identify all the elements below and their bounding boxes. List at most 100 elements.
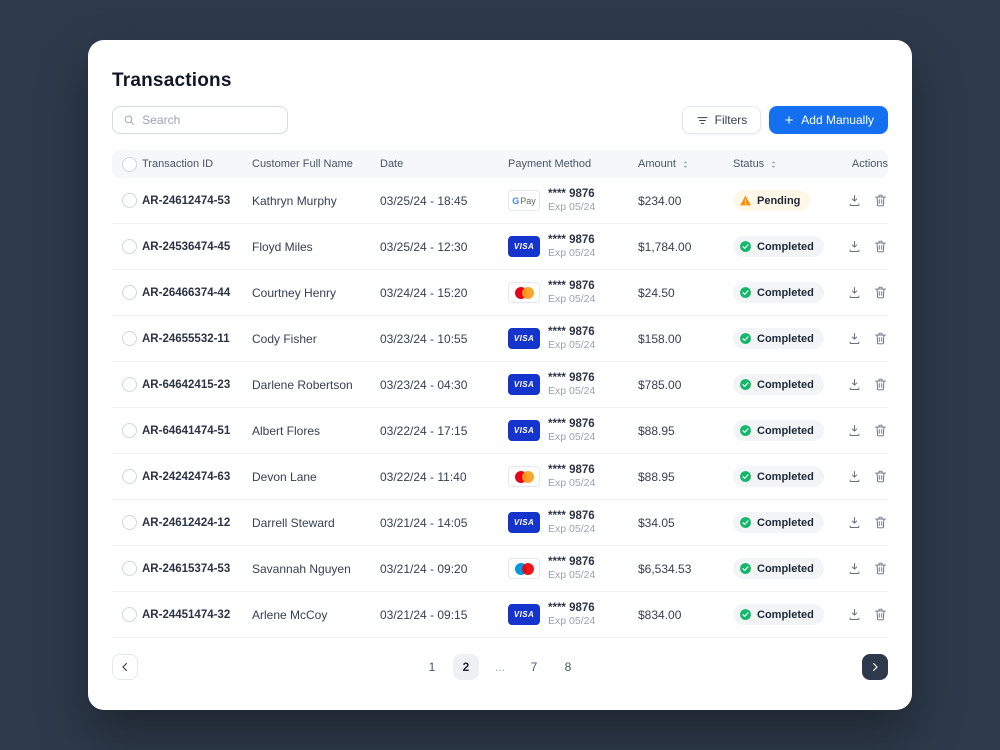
transaction-id: AR-24242474-63 [142,470,231,483]
check-circle-icon [740,425,751,436]
column-header-transaction-id[interactable]: Transaction ID [142,158,252,170]
column-label: Customer Full Name [252,158,353,170]
pagination-page[interactable]: 2 [453,654,479,680]
toolbar: Filters Add Manually [112,106,888,134]
trash-icon[interactable] [873,607,888,622]
status-cell: Completed [733,512,838,533]
check-circle-icon [740,517,751,528]
download-icon[interactable] [847,193,862,208]
pagination-page[interactable]: 7 [521,654,547,680]
pagination: 1 2... 7 8 [112,654,888,680]
payment-method-cell: VISA **** 9876 Exp 05/24 [508,601,638,629]
transaction-date: 03/21/24 - 14:05 [380,515,468,530]
status-label: Completed [757,378,814,391]
download-icon[interactable] [847,607,862,622]
table-row: AR-24612424-12 Darrell Steward 03/21/24 … [112,500,888,546]
customer-name: Darlene Robertson [252,377,353,392]
customer-name: Devon Lane [252,469,317,484]
row-checkbox[interactable] [122,469,137,484]
row-checkbox[interactable] [122,239,137,254]
table-row: AR-64642415-23 Darlene Robertson 03/23/2… [112,362,888,408]
trash-icon[interactable] [873,377,888,392]
trash-icon[interactable] [873,469,888,484]
add-manually-button[interactable]: Add Manually [769,106,888,134]
column-header-status[interactable]: Status [733,158,838,170]
customer-name: Courtney Henry [252,285,337,300]
trash-icon[interactable] [873,423,888,438]
visa-card-icon: VISA [508,420,540,441]
status-cell: Completed [733,466,838,487]
pagination-pages: 1 2... 7 8 [419,654,581,680]
payment-details: **** 9876 Exp 05/24 [548,325,595,353]
next-page-button[interactable] [862,654,888,680]
check-circle-icon [740,333,751,344]
payment-method-cell: **** 9876 Exp 05/24 [508,279,638,307]
previous-page-button[interactable] [112,654,138,680]
table-header: Transaction ID Customer Full Name Date P… [112,150,888,178]
row-checkbox[interactable] [122,561,137,576]
row-checkbox[interactable] [122,285,137,300]
status-badge: Completed [733,236,824,257]
status-cell: Completed [733,374,838,395]
amount: $1,784.00 [638,239,692,254]
card-expiry: Exp 05/24 [548,293,596,306]
amount: $6,534.53 [638,561,692,576]
status-label: Completed [757,424,814,437]
card-number: **** 9876 [548,463,595,476]
transaction-date: 03/21/24 - 09:15 [380,607,468,622]
trash-icon[interactable] [873,561,888,576]
trash-icon[interactable] [873,285,888,300]
column-header-payment-method[interactable]: Payment Method [508,158,638,170]
payment-method-cell: VISA **** 9876 Exp 05/24 [508,417,638,445]
row-checkbox[interactable] [122,331,137,346]
trash-icon[interactable] [873,331,888,346]
card-expiry: Exp 05/24 [548,201,596,214]
search-input[interactable] [142,113,277,127]
card-expiry: Exp 05/24 [548,431,596,444]
download-icon[interactable] [847,469,862,484]
download-icon[interactable] [847,515,862,530]
download-icon[interactable] [847,423,862,438]
payment-details: **** 9876 Exp 05/24 [548,509,595,537]
row-actions [838,331,888,346]
status-cell: Completed [733,282,838,303]
download-icon[interactable] [847,285,862,300]
sort-icon[interactable] [768,159,779,170]
column-header-customer[interactable]: Customer Full Name [252,158,380,170]
trash-icon[interactable] [873,193,888,208]
transactions-table: Transaction ID Customer Full Name Date P… [112,150,888,638]
column-header-date[interactable]: Date [380,158,508,170]
pagination-page[interactable]: 1 [419,654,445,680]
trash-icon[interactable] [873,515,888,530]
select-all-checkbox[interactable] [122,156,137,172]
payment-details: **** 9876 Exp 05/24 [548,463,595,491]
filters-button-label: Filters [714,113,748,127]
row-actions [838,377,888,392]
row-checkbox[interactable] [122,515,137,530]
row-checkbox[interactable] [122,193,137,208]
download-icon[interactable] [847,331,862,346]
row-checkbox[interactable] [122,607,137,622]
payment-method-cell: **** 9876 Exp 05/24 [508,555,638,583]
column-label: Payment Method [508,158,592,170]
status-badge: Completed [733,282,824,303]
row-checkbox[interactable] [122,377,137,392]
search-box[interactable] [112,106,288,134]
card-number: **** 9876 [548,371,595,384]
download-icon[interactable] [847,561,862,576]
download-icon[interactable] [847,239,862,254]
card-expiry: Exp 05/24 [548,615,596,628]
filters-button[interactable]: Filters [681,106,762,134]
row-checkbox[interactable] [122,423,137,438]
pagination-page[interactable]: 8 [555,654,581,680]
sort-icon[interactable] [680,159,691,170]
amount: $88.95 [638,469,675,484]
column-header-amount[interactable]: Amount [638,158,733,170]
trash-icon[interactable] [873,239,888,254]
card-expiry: Exp 05/24 [548,339,596,352]
status-badge: Completed [733,420,824,441]
download-icon[interactable] [847,377,862,392]
add-manually-label: Add Manually [801,113,874,127]
amount: $34.05 [638,515,675,530]
table-row: AR-24615374-53 Savannah Nguyen 03/21/24 … [112,546,888,592]
